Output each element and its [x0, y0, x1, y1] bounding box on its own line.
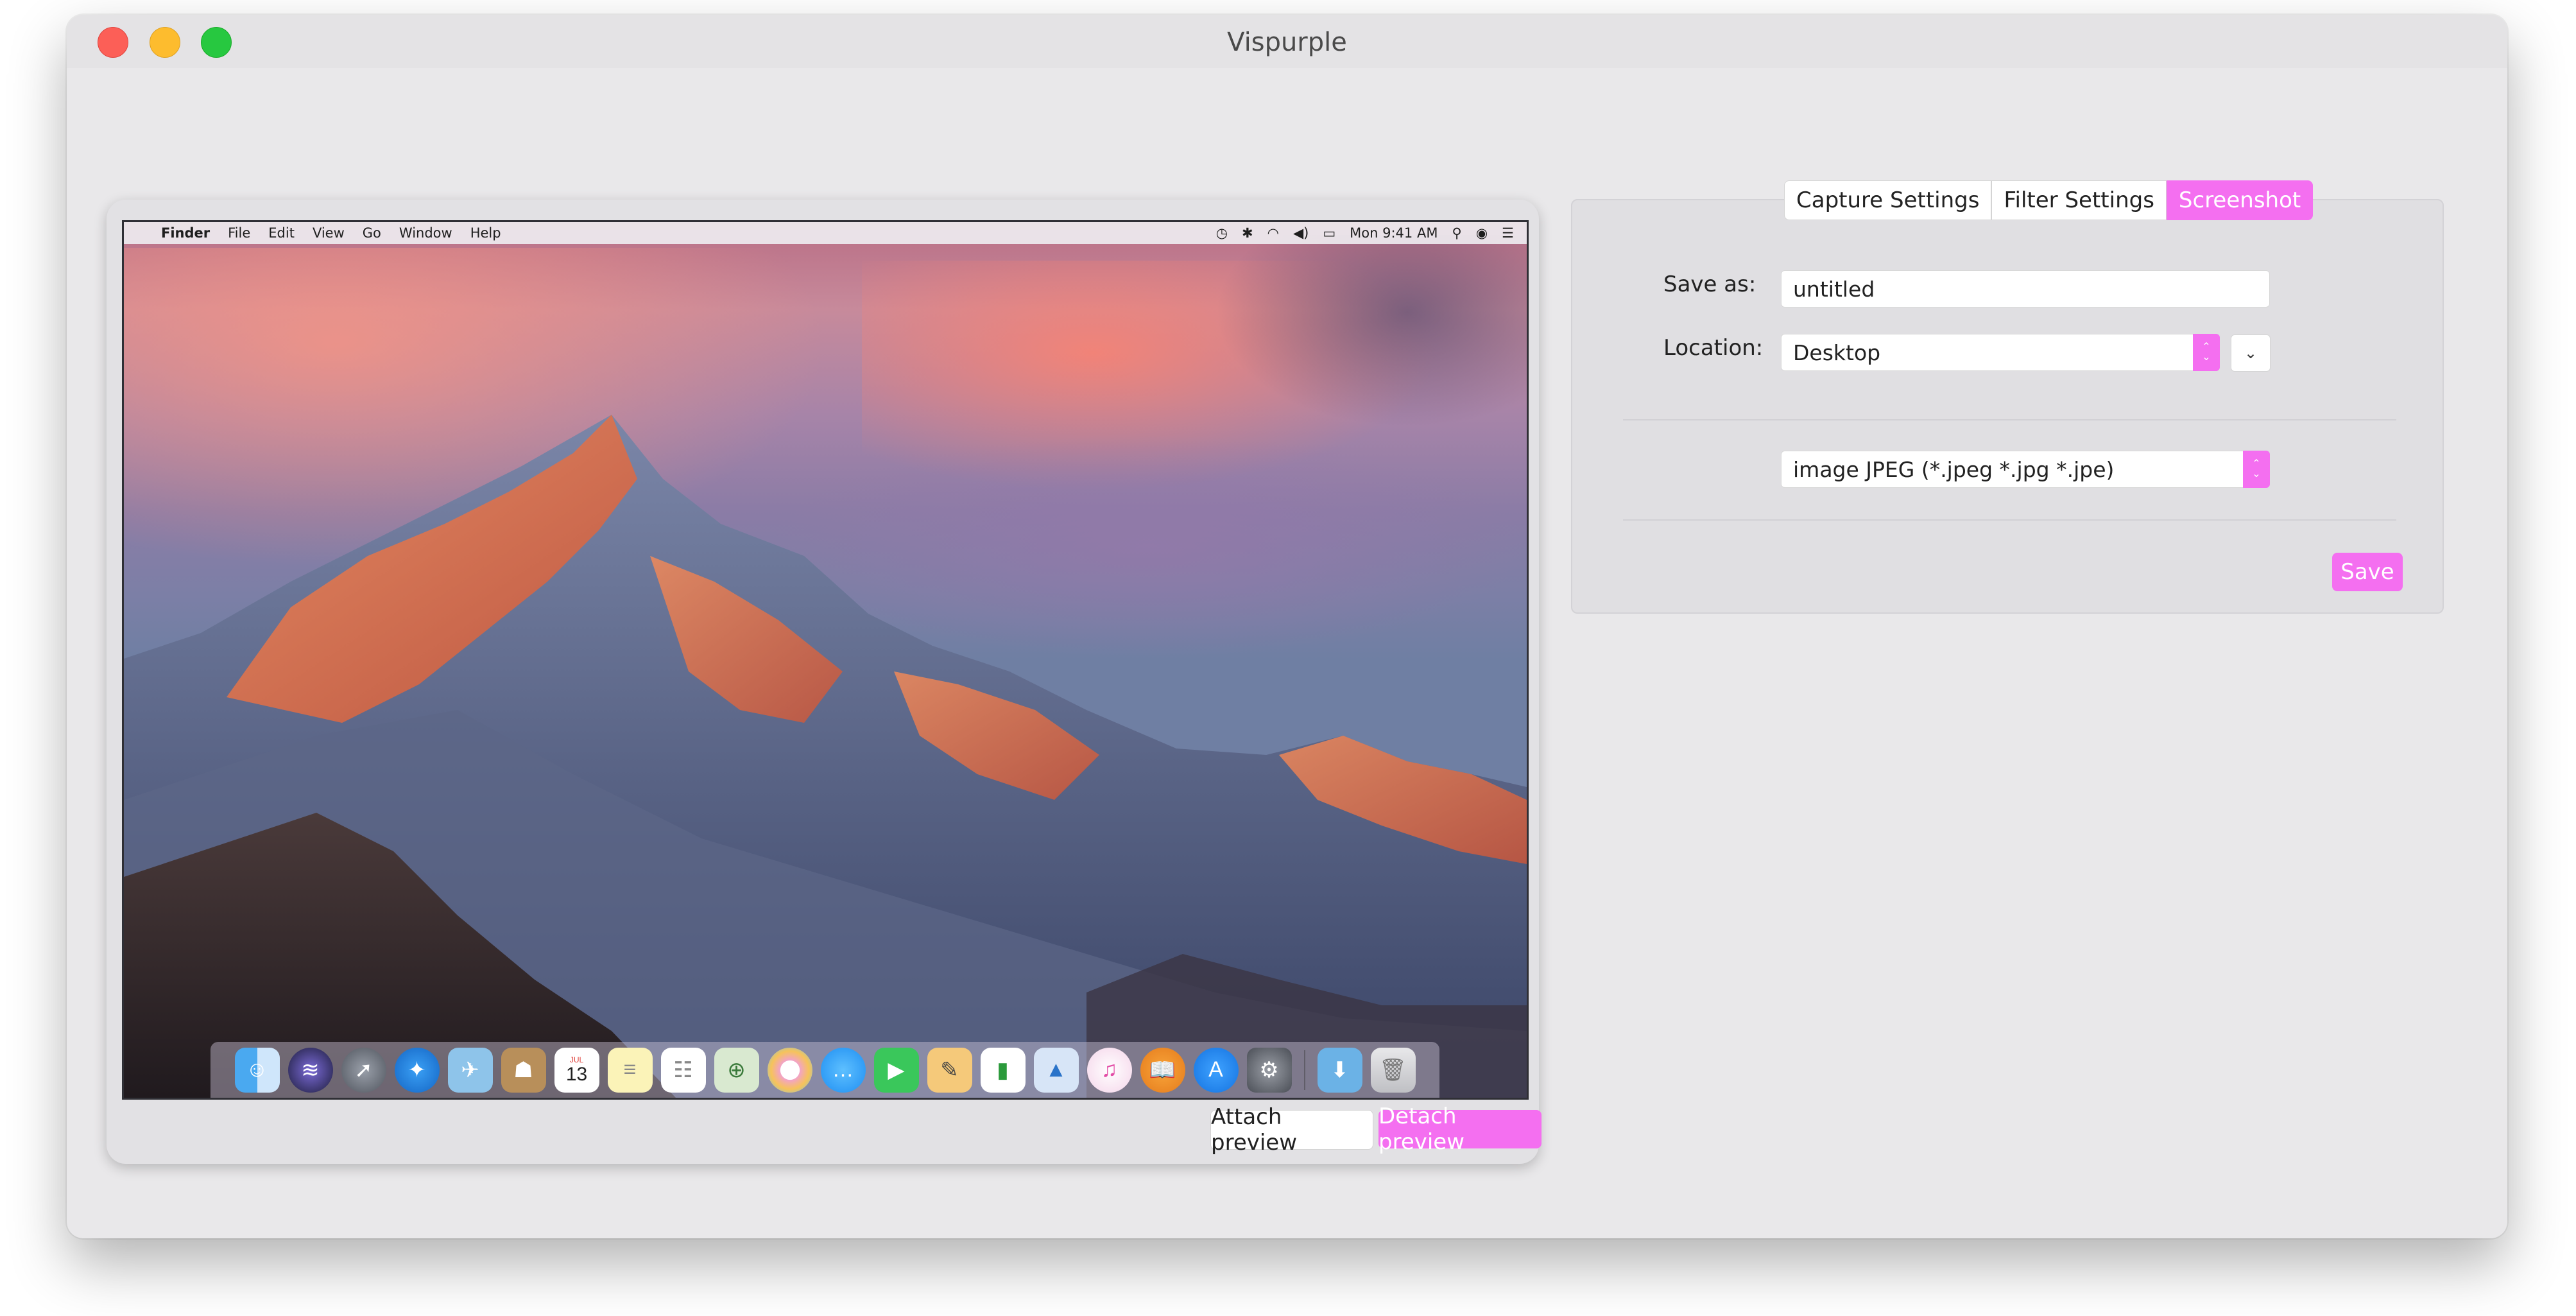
menu-go: Go	[362, 225, 381, 241]
calendar-icon: JUL 13	[554, 1047, 599, 1093]
app-store-icon: A	[1193, 1047, 1239, 1093]
chevron-down-icon: ⌄	[2202, 352, 2211, 363]
mac-menu-bar: Finder File Edit View Go Window Help ◷ ✱…	[124, 222, 1527, 244]
safari-icon: ✦	[394, 1047, 440, 1093]
tab-screenshot[interactable]: Screenshot	[2166, 180, 2314, 220]
chevron-down-icon: ⌄	[2252, 469, 2261, 480]
finder-icon: ☺	[234, 1047, 280, 1093]
siri-icon: ≋	[288, 1047, 333, 1093]
numbers-icon: ▮	[980, 1047, 1026, 1093]
wifi-icon: ◠	[1267, 225, 1279, 241]
facetime-icon: ▶	[873, 1047, 919, 1093]
launchpad-icon: ➚	[341, 1047, 386, 1093]
dock: ☺ ≋ ➚ ✦ ✈ ☗ JUL 13 ≡ ☷ ⊕ … ▶ ✎ ▮ ▲ ♫ 📖 A…	[210, 1042, 1439, 1098]
menu-edit: Edit	[268, 225, 295, 241]
time-machine-icon: ◷	[1215, 225, 1228, 241]
pages-icon: ✎	[927, 1047, 972, 1093]
app-window: Vispurple Finder File Edit View Go Windo…	[67, 15, 2507, 1238]
calendar-month: JUL	[569, 1055, 584, 1064]
messages-icon: …	[820, 1047, 866, 1093]
battery-icon: ▭	[1323, 225, 1336, 241]
save-as-field[interactable]: untitled	[1781, 270, 2270, 307]
system-preferences-icon: ⚙	[1246, 1047, 1292, 1093]
section-divider	[1623, 519, 2396, 521]
menu-help: Help	[470, 225, 501, 241]
chevron-up-icon: ⌃	[2252, 458, 2261, 469]
menu-view: View	[312, 225, 345, 241]
mail-icon: ✈	[447, 1047, 493, 1093]
mountain-landscape	[124, 415, 1527, 1098]
trash-icon: 🗑	[1370, 1047, 1416, 1093]
chevron-up-icon: ⌃	[2202, 342, 2211, 352]
siri-icon: ◉	[1475, 225, 1488, 241]
ibooks-icon: 📖	[1140, 1047, 1185, 1093]
expand-location-button[interactable]: ⌄	[2231, 334, 2271, 372]
section-divider	[1623, 419, 2396, 420]
contacts-icon: ☗	[501, 1047, 546, 1093]
bluetooth-icon: ✱	[1242, 225, 1253, 241]
detach-preview-button[interactable]: Detach preview	[1378, 1104, 1541, 1155]
location-select[interactable]: Desktop	[1781, 334, 2220, 371]
maps-icon: ⊕	[714, 1047, 759, 1093]
volume-icon: ◀)	[1292, 225, 1309, 241]
location-stepper[interactable]: ⌃ ⌄	[2193, 334, 2220, 371]
file-format-select[interactable]: image JPEG (*.jpeg *.jpg *.jpe)	[1781, 451, 2270, 488]
window-title: Vispurple	[1227, 28, 1347, 57]
screenshot-preview: Finder File Edit View Go Window Help ◷ ✱…	[122, 220, 1529, 1100]
reminders-icon: ☷	[660, 1047, 706, 1093]
save-as-label: Save as:	[1663, 272, 1756, 297]
downloads-folder-icon: ⬇	[1317, 1047, 1362, 1093]
location-value: Desktop	[1793, 340, 1881, 365]
chevron-down-icon: ⌄	[2244, 344, 2258, 362]
preview-panel: Finder File Edit View Go Window Help ◷ ✱…	[107, 200, 1541, 1164]
notification-center-icon: ☰	[1502, 225, 1514, 241]
photos-icon	[767, 1047, 812, 1093]
file-format-stepper[interactable]: ⌃ ⌄	[2243, 451, 2270, 488]
save-button[interactable]: Save	[2332, 553, 2403, 591]
calendar-day: 13	[565, 1063, 588, 1085]
spotlight-icon: ⚲	[1452, 225, 1462, 241]
title-bar[interactable]: Vispurple	[67, 15, 2507, 68]
menu-window: Window	[399, 225, 452, 241]
settings-tabs: Capture Settings Filter Settings Screens…	[1784, 180, 2314, 220]
screenshot-settings-panel	[1571, 199, 2444, 614]
notes-icon: ≡	[607, 1047, 653, 1093]
menu-app-name: Finder	[161, 225, 210, 241]
dock-separator	[1303, 1050, 1305, 1090]
menu-file: File	[228, 225, 251, 241]
itunes-icon: ♫	[1086, 1047, 1132, 1093]
file-format-value: image JPEG (*.jpeg *.jpg *.jpe)	[1793, 456, 2115, 482]
menu-clock: Mon 9:41 AM	[1350, 225, 1438, 241]
location-label: Location:	[1663, 335, 1764, 361]
tab-filter-settings[interactable]: Filter Settings	[1991, 180, 2167, 220]
attach-preview-button[interactable]: Attach preview	[1210, 1104, 1373, 1156]
keynote-icon: ▲	[1033, 1047, 1079, 1093]
tab-capture-settings[interactable]: Capture Settings	[1784, 180, 1992, 220]
